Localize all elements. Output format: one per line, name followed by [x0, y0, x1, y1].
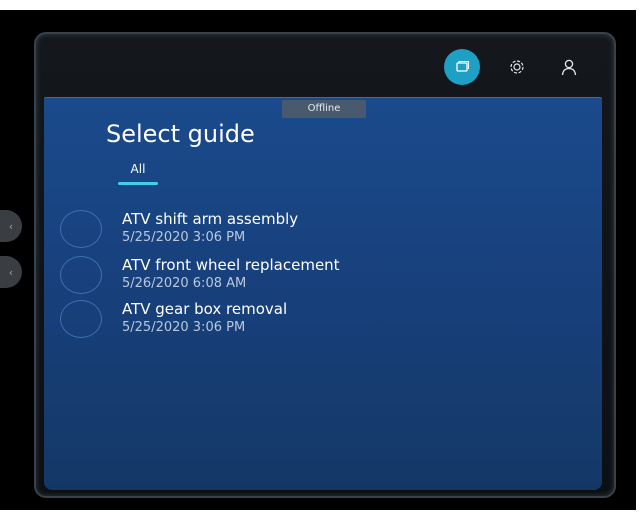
- guide-thumbnail: [60, 210, 102, 248]
- guide-thumbnail: [60, 256, 102, 294]
- settings-button[interactable]: [498, 50, 536, 84]
- guide-name: ATV front wheel replacement: [122, 256, 340, 274]
- guide-date: 5/25/2020 3:06 PM: [122, 230, 246, 245]
- app-window: Select guide All ATV shift arm assembly …: [34, 32, 616, 498]
- guide-date: 5/25/2020 3:06 PM: [122, 320, 246, 335]
- guide-name: ATV gear box removal: [122, 300, 288, 318]
- tab-all-underline: [118, 182, 158, 185]
- top-toolbar: [36, 34, 614, 96]
- user-icon: [561, 59, 577, 76]
- guide-thumbnail: [60, 300, 102, 338]
- chevron-down-icon: ‹: [8, 265, 14, 279]
- guides-icon: [456, 60, 470, 72]
- account-button[interactable]: [550, 50, 588, 84]
- guides-button[interactable]: [444, 49, 480, 85]
- guide-date: 5/26/2020 6:08 AM: [122, 276, 247, 291]
- list-item[interactable]: ATV gear box removal 5/25/2020 3:06 PM: [60, 298, 580, 338]
- list-item[interactable]: ATV front wheel replacement 5/26/2020 6:…: [60, 254, 580, 294]
- list-item[interactable]: ATV shift arm assembly 5/25/2020 3:06 PM: [60, 208, 580, 248]
- offline-status-badge: Offline: [282, 100, 366, 118]
- guide-panel: Select guide All ATV shift arm assembly …: [44, 97, 602, 490]
- chevron-up-icon: ‹: [8, 219, 14, 233]
- guide-name: ATV shift arm assembly: [122, 210, 299, 228]
- gear-icon: [510, 60, 524, 74]
- page-title: Select guide: [106, 120, 255, 148]
